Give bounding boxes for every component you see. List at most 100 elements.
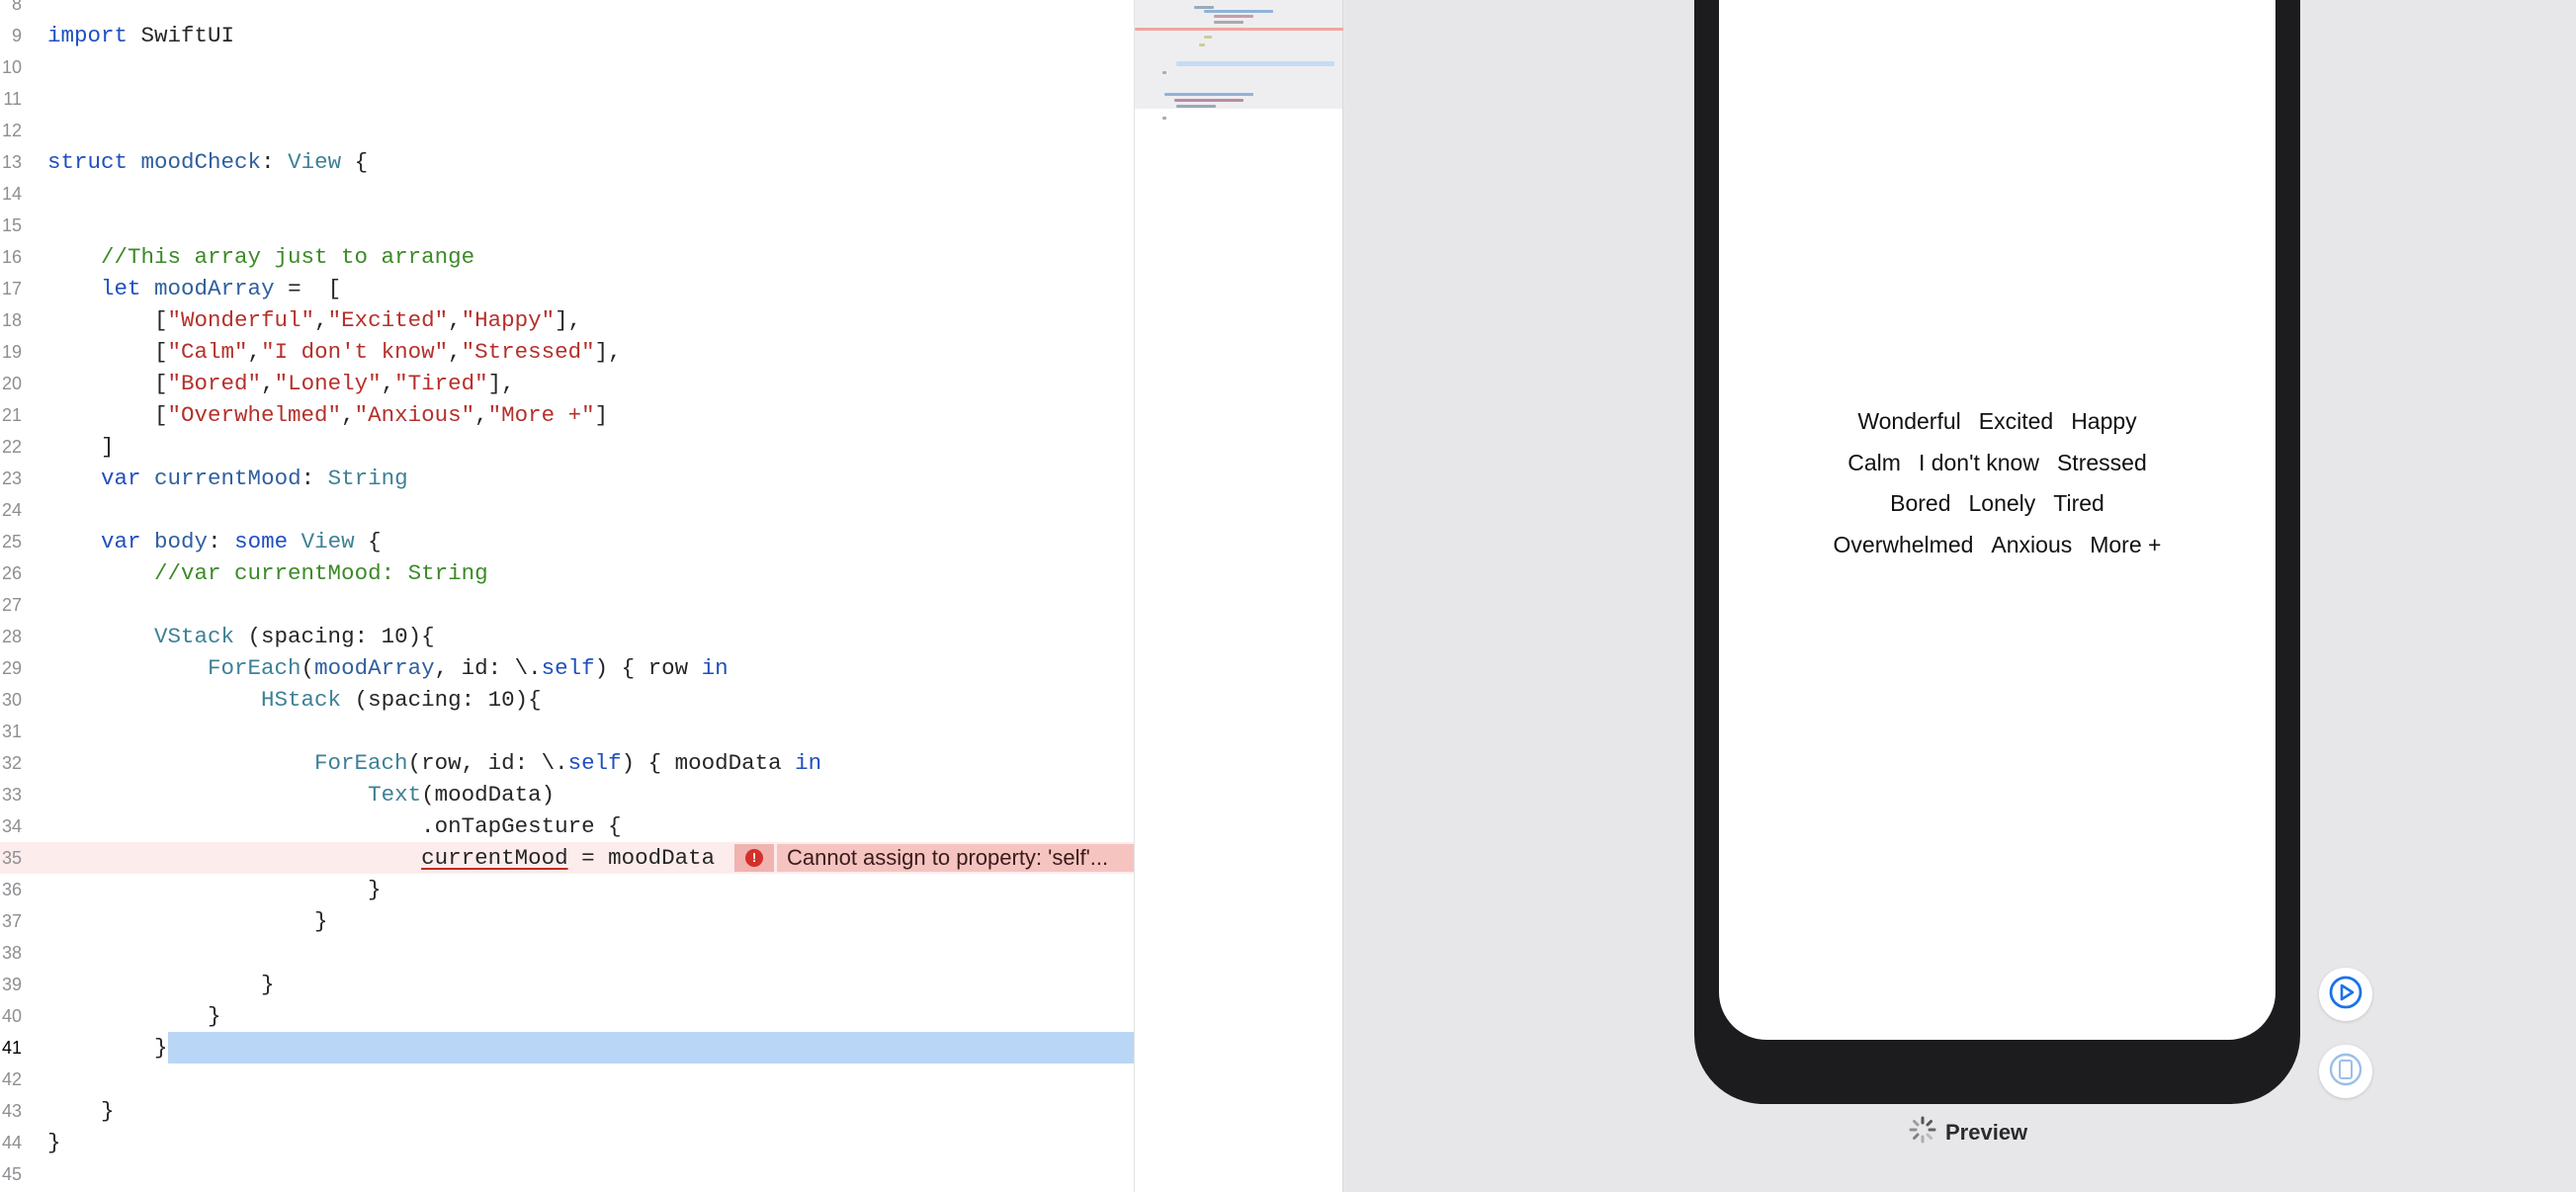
device-frame: Wonderful Excited Happy Calm I don't know Str… (1694, 0, 2300, 1104)
code-line[interactable]: 39 } (0, 969, 1134, 1000)
code-line[interactable]: 37 } (0, 905, 1134, 937)
code-line[interactable]: 27 (0, 589, 1134, 621)
code-editor[interactable]: 8 9 import SwiftUI 10 11 12 13 struct moodCheck… (0, 0, 1134, 1192)
live-preview-button[interactable] (2319, 968, 2372, 1021)
mood-row: Wonderful Excited Happy (1719, 408, 2275, 435)
line-number: 12 (1, 121, 22, 140)
code-text[interactable]: } (47, 1127, 61, 1158)
code-text[interactable]: ForEach(moodArray, id: \.self) { row in (47, 652, 729, 684)
line-number: 22 (1, 437, 22, 457)
line-number: 30 (1, 690, 22, 710)
code-line[interactable]: 29 ForEach(moodArray, id: \.self) { row … (0, 652, 1134, 684)
code-line[interactable]: 36 } (0, 874, 1134, 905)
code-line[interactable]: 45 (0, 1158, 1134, 1190)
code-line[interactable]: 8 (0, 0, 1134, 20)
code-text[interactable]: ["Bored","Lonely","Tired"], (47, 368, 515, 399)
line-number: 11 (3, 89, 22, 109)
code-text[interactable]: } (47, 1032, 168, 1064)
code-line[interactable]: 11 (0, 83, 1134, 115)
code-text[interactable]: ForEach(row, id: \.self) { moodData in (47, 747, 821, 779)
code-line[interactable]: 12 (0, 115, 1134, 146)
code-line[interactable]: 10 (0, 51, 1134, 83)
code-text[interactable]: VStack (spacing: 10){ (47, 621, 435, 652)
code-line[interactable]: 15 (0, 210, 1134, 241)
mood-option[interactable]: I don't know (1919, 450, 2039, 475)
code-line[interactable]: 32 ForEach(row, id: \.self) { moodData i… (0, 747, 1134, 779)
code-text[interactable]: //This array just to arrange (47, 241, 474, 273)
code-line[interactable]: 43 } (0, 1095, 1134, 1127)
code-text[interactable]: } (47, 1095, 115, 1127)
code-line[interactable]: 42 (0, 1064, 1134, 1095)
mood-option[interactable]: Anxious (1991, 532, 2072, 557)
code-line[interactable]: 35 currentMood = moodData! Cannot assign … (0, 842, 1134, 874)
code-text[interactable]: var currentMood: String (47, 463, 408, 494)
code-line[interactable]: 41 } (0, 1032, 1134, 1064)
code-text[interactable]: var body: some View { (47, 526, 382, 557)
code-text[interactable]: HStack (spacing: 10){ (47, 684, 542, 716)
line-number: 34 (1, 816, 22, 836)
code-line[interactable]: 34 .onTapGesture { (0, 810, 1134, 842)
code-line[interactable]: 17 let moodArray = [ (0, 273, 1134, 304)
mood-option[interactable]: Bored (1890, 490, 1950, 516)
line-number: 10 (1, 57, 22, 77)
line-number: 45 (1, 1164, 22, 1184)
code-line[interactable]: 19 ["Calm","I don't know","Stressed"], (0, 336, 1134, 368)
line-number: 13 (1, 152, 22, 172)
code-text[interactable]: ["Wonderful","Excited","Happy"], (47, 304, 581, 336)
device-settings-button[interactable] (2319, 1045, 2372, 1098)
code-line[interactable]: 16 //This array just to arrange (0, 241, 1134, 273)
code-line[interactable]: 14 (0, 178, 1134, 210)
line-number: 33 (1, 785, 22, 805)
code-line[interactable]: 9 import SwiftUI (0, 20, 1134, 51)
code-text[interactable]: ] (47, 431, 115, 463)
code-text[interactable]: ["Calm","I don't know","Stressed"], (47, 336, 622, 368)
mood-option[interactable]: Tired (2053, 490, 2104, 516)
code-text[interactable]: ["Overwhelmed","Anxious","More +"] (47, 399, 608, 431)
code-line[interactable]: 13 struct moodCheck: View { (0, 146, 1134, 178)
code-text[interactable]: .onTapGesture { (47, 810, 622, 842)
code-line[interactable]: 44} (0, 1127, 1134, 1158)
error-badge[interactable]: ! (734, 844, 774, 872)
line-number: 41 (1, 1038, 22, 1058)
mood-option[interactable]: Happy (2071, 408, 2136, 434)
code-line[interactable]: 23 var currentMood: String (0, 463, 1134, 494)
mood-option[interactable]: Calm (1847, 450, 1901, 475)
code-line[interactable]: 28 VStack (spacing: 10){ (0, 621, 1134, 652)
code-line[interactable]: 40 } (0, 1000, 1134, 1032)
code-text[interactable]: struct moodCheck: View { (47, 146, 368, 178)
minimap-mark (1162, 71, 1166, 74)
code-line[interactable]: 30 HStack (spacing: 10){ (0, 684, 1134, 716)
code-line[interactable]: 33 Text(moodData) (0, 779, 1134, 810)
code-line[interactable]: 21 ["Overwhelmed","Anxious","More +"] (0, 399, 1134, 431)
error-message[interactable]: Cannot assign to property: 'self'... (777, 844, 1134, 872)
mood-option[interactable]: Lonely (1969, 490, 2036, 516)
line-number: 28 (1, 627, 22, 646)
line-number: 8 (11, 0, 22, 14)
code-line[interactable]: 18 ["Wonderful","Excited","Happy"], (0, 304, 1134, 336)
code-text[interactable]: //var currentMood: String (47, 557, 488, 589)
code-text[interactable]: Text(moodData) (47, 779, 555, 810)
line-number: 25 (1, 532, 22, 552)
mood-option[interactable]: Wonderful (1857, 408, 1960, 434)
code-line[interactable]: 31 (0, 716, 1134, 747)
mood-option[interactable]: Overwhelmed (1834, 532, 1974, 557)
code-line[interactable]: 25 var body: some View { (0, 526, 1134, 557)
code-text[interactable]: currentMood = moodData (47, 842, 715, 874)
code-text[interactable]: } (47, 969, 275, 1000)
code-line[interactable]: 24 (0, 494, 1134, 526)
code-line[interactable]: 22 ] (0, 431, 1134, 463)
mood-option[interactable]: More + (2090, 532, 2161, 557)
code-line[interactable]: 20 ["Bored","Lonely","Tired"], (0, 368, 1134, 399)
code-line[interactable]: 38 (0, 937, 1134, 969)
code-line[interactable]: 26 //var currentMood: String (0, 557, 1134, 589)
code-text[interactable]: let moodArray = [ (47, 273, 341, 304)
line-number: 39 (1, 975, 22, 994)
code-text[interactable]: } (47, 905, 328, 937)
mood-option[interactable]: Excited (1979, 408, 2053, 434)
code-text[interactable]: import SwiftUI (47, 20, 234, 51)
code-text[interactable]: } (47, 1000, 221, 1032)
mood-row: Bored Lonely Tired (1719, 490, 2275, 517)
code-text[interactable]: } (47, 874, 382, 905)
minimap[interactable] (1134, 0, 1344, 1192)
mood-option[interactable]: Stressed (2057, 450, 2147, 475)
